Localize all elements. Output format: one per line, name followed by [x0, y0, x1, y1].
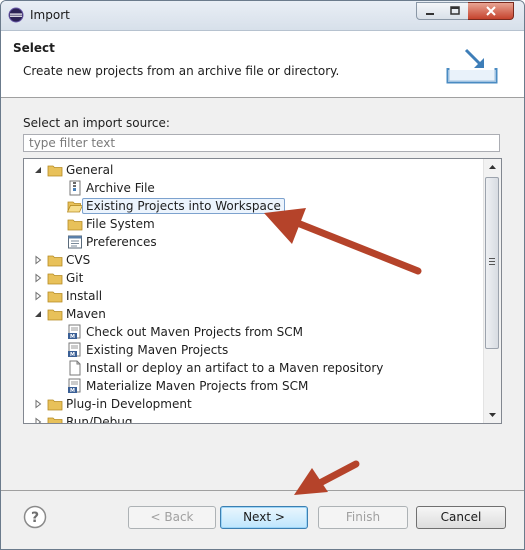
button-bar: ? < Back Next > Finish Cancel [1, 491, 524, 549]
tree-item[interactable]: M Materialize Maven Projects from SCM [24, 377, 484, 395]
tree-item[interactable]: File System [24, 215, 484, 233]
folder-icon [47, 165, 63, 177]
title-bar[interactable]: Import [1, 1, 524, 31]
minimize-button[interactable] [416, 2, 443, 20]
folder-icon [47, 273, 63, 285]
tree-item[interactable]: M Existing Maven Projects [24, 341, 484, 359]
wizard-header: Select Create new projects from an archi… [1, 31, 524, 98]
tree-item-label: Materialize Maven Projects from SCM [86, 379, 309, 393]
maven-icon: M [68, 378, 81, 394]
tree-item[interactable]: General [24, 161, 484, 179]
tree-item-label: File System [86, 217, 155, 231]
tree-item[interactable]: Preferences [24, 233, 484, 251]
tree-item[interactable]: Run/Debug [24, 413, 484, 424]
tree-item-label: Check out Maven Projects from SCM [86, 325, 304, 339]
expanded-arrow-icon[interactable] [33, 309, 43, 319]
filter-input[interactable] [23, 134, 500, 152]
maximize-button[interactable] [442, 2, 469, 20]
svg-text:M: M [70, 388, 75, 394]
maximize-icon [450, 6, 460, 15]
window-title: Import [30, 8, 70, 22]
collapsed-arrow-icon[interactable] [33, 255, 43, 265]
expanded-arrow-icon[interactable] [33, 165, 43, 175]
import-wizard-icon [446, 48, 498, 84]
tree-item-label: Plug-in Development [66, 397, 192, 411]
folder-icon [47, 399, 63, 411]
tree-item[interactable]: Maven [24, 305, 484, 323]
help-icon[interactable]: ? [23, 505, 47, 529]
tree-item-label: Archive File [86, 181, 155, 195]
tree-item-label: Preferences [86, 235, 157, 249]
folder-icon [47, 291, 63, 303]
finish-button[interactable]: Finish [318, 506, 408, 529]
open-folder-icon [67, 201, 83, 213]
tree-item[interactable]: Plug-in Development [24, 395, 484, 413]
eclipse-icon [8, 7, 24, 23]
tree-item[interactable]: CVS [24, 251, 484, 269]
folder-icon [47, 309, 63, 321]
file-icon [69, 360, 81, 376]
folder-icon [67, 219, 83, 231]
tree-item-label: CVS [66, 253, 91, 267]
close-button[interactable] [468, 2, 514, 20]
maven-icon: M [68, 342, 81, 358]
import-source-label: Select an import source: [23, 116, 170, 130]
collapsed-arrow-icon[interactable] [33, 291, 43, 301]
tree-item[interactable]: Git [24, 269, 484, 287]
folder-icon [47, 417, 63, 423]
import-source-tree[interactable]: General Archive File Existing Projects int… [23, 158, 502, 424]
page-description: Create new projects from an archive file… [23, 64, 340, 78]
tree-item-label: General [66, 163, 114, 177]
collapsed-arrow-icon[interactable] [33, 399, 43, 409]
scroll-thumb[interactable] [485, 177, 499, 349]
page-title: Select [13, 41, 55, 55]
scroll-down-button[interactable] [484, 406, 501, 423]
import-dialog: Import Select Create new projects from a… [0, 0, 525, 550]
tree-item[interactable]: Install or deploy an artifact to a Maven… [24, 359, 484, 377]
tree-item-label: Install or deploy an artifact to a Maven… [86, 361, 384, 375]
vertical-scrollbar[interactable] [483, 159, 501, 423]
tree-item-label: Install [66, 289, 103, 303]
tree-item[interactable]: Archive File [24, 179, 484, 197]
close-icon [485, 6, 496, 16]
tree-item-label: Git [66, 271, 84, 285]
archive-file-icon [69, 180, 81, 196]
tree-item[interactable]: M Check out Maven Projects from SCM [24, 323, 484, 341]
grip-icon [489, 258, 495, 265]
maven-icon: M [68, 324, 81, 340]
collapsed-arrow-icon[interactable] [33, 417, 43, 424]
tree-item[interactable]: Existing Projects into Workspace [24, 197, 484, 215]
scroll-up-button[interactable] [484, 159, 501, 176]
next-button[interactable]: Next > [220, 506, 308, 529]
chevron-up-icon [489, 165, 496, 169]
minimize-icon [425, 13, 434, 15]
svg-text:M: M [70, 352, 75, 358]
folder-icon [47, 255, 63, 267]
collapsed-arrow-icon[interactable] [33, 273, 43, 283]
tree-item-label: Maven [66, 307, 106, 321]
tree-item-label: Existing Maven Projects [86, 343, 229, 357]
chevron-down-icon [489, 413, 496, 417]
cancel-button[interactable]: Cancel [416, 506, 506, 529]
tree-item-label: Existing Projects into Workspace [82, 198, 285, 214]
preferences-icon [68, 235, 82, 249]
svg-text:?: ? [31, 510, 39, 526]
back-button[interactable]: < Back [128, 506, 216, 529]
content-area: Select an import source: General Archive … [1, 98, 524, 491]
tree-item-label: Run/Debug [66, 415, 133, 424]
tree-item[interactable]: Install [24, 287, 484, 305]
svg-text:M: M [70, 334, 75, 340]
